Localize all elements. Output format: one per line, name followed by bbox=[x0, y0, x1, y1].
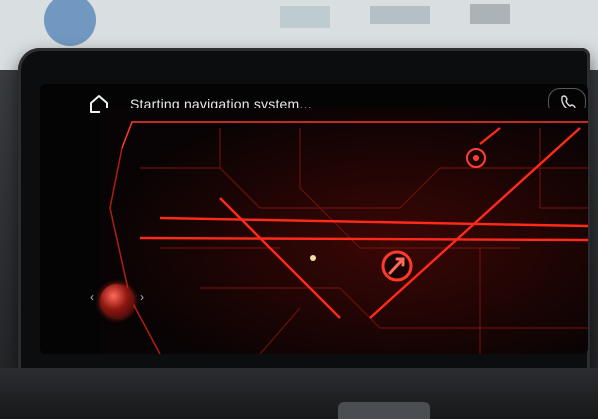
controller-left-chevron[interactable]: ‹ bbox=[90, 290, 94, 304]
vehicle-position-arrow-icon bbox=[381, 250, 413, 282]
infotainment-screen: Starting navigation system... ‹ › bbox=[40, 84, 588, 354]
reflection-spot bbox=[310, 255, 316, 261]
controller-right-chevron[interactable]: › bbox=[140, 290, 144, 304]
controller-knob[interactable] bbox=[100, 284, 134, 318]
dashboard-trim bbox=[0, 368, 598, 419]
dashboard-vent bbox=[338, 402, 430, 419]
navigation-map[interactable] bbox=[100, 108, 588, 354]
